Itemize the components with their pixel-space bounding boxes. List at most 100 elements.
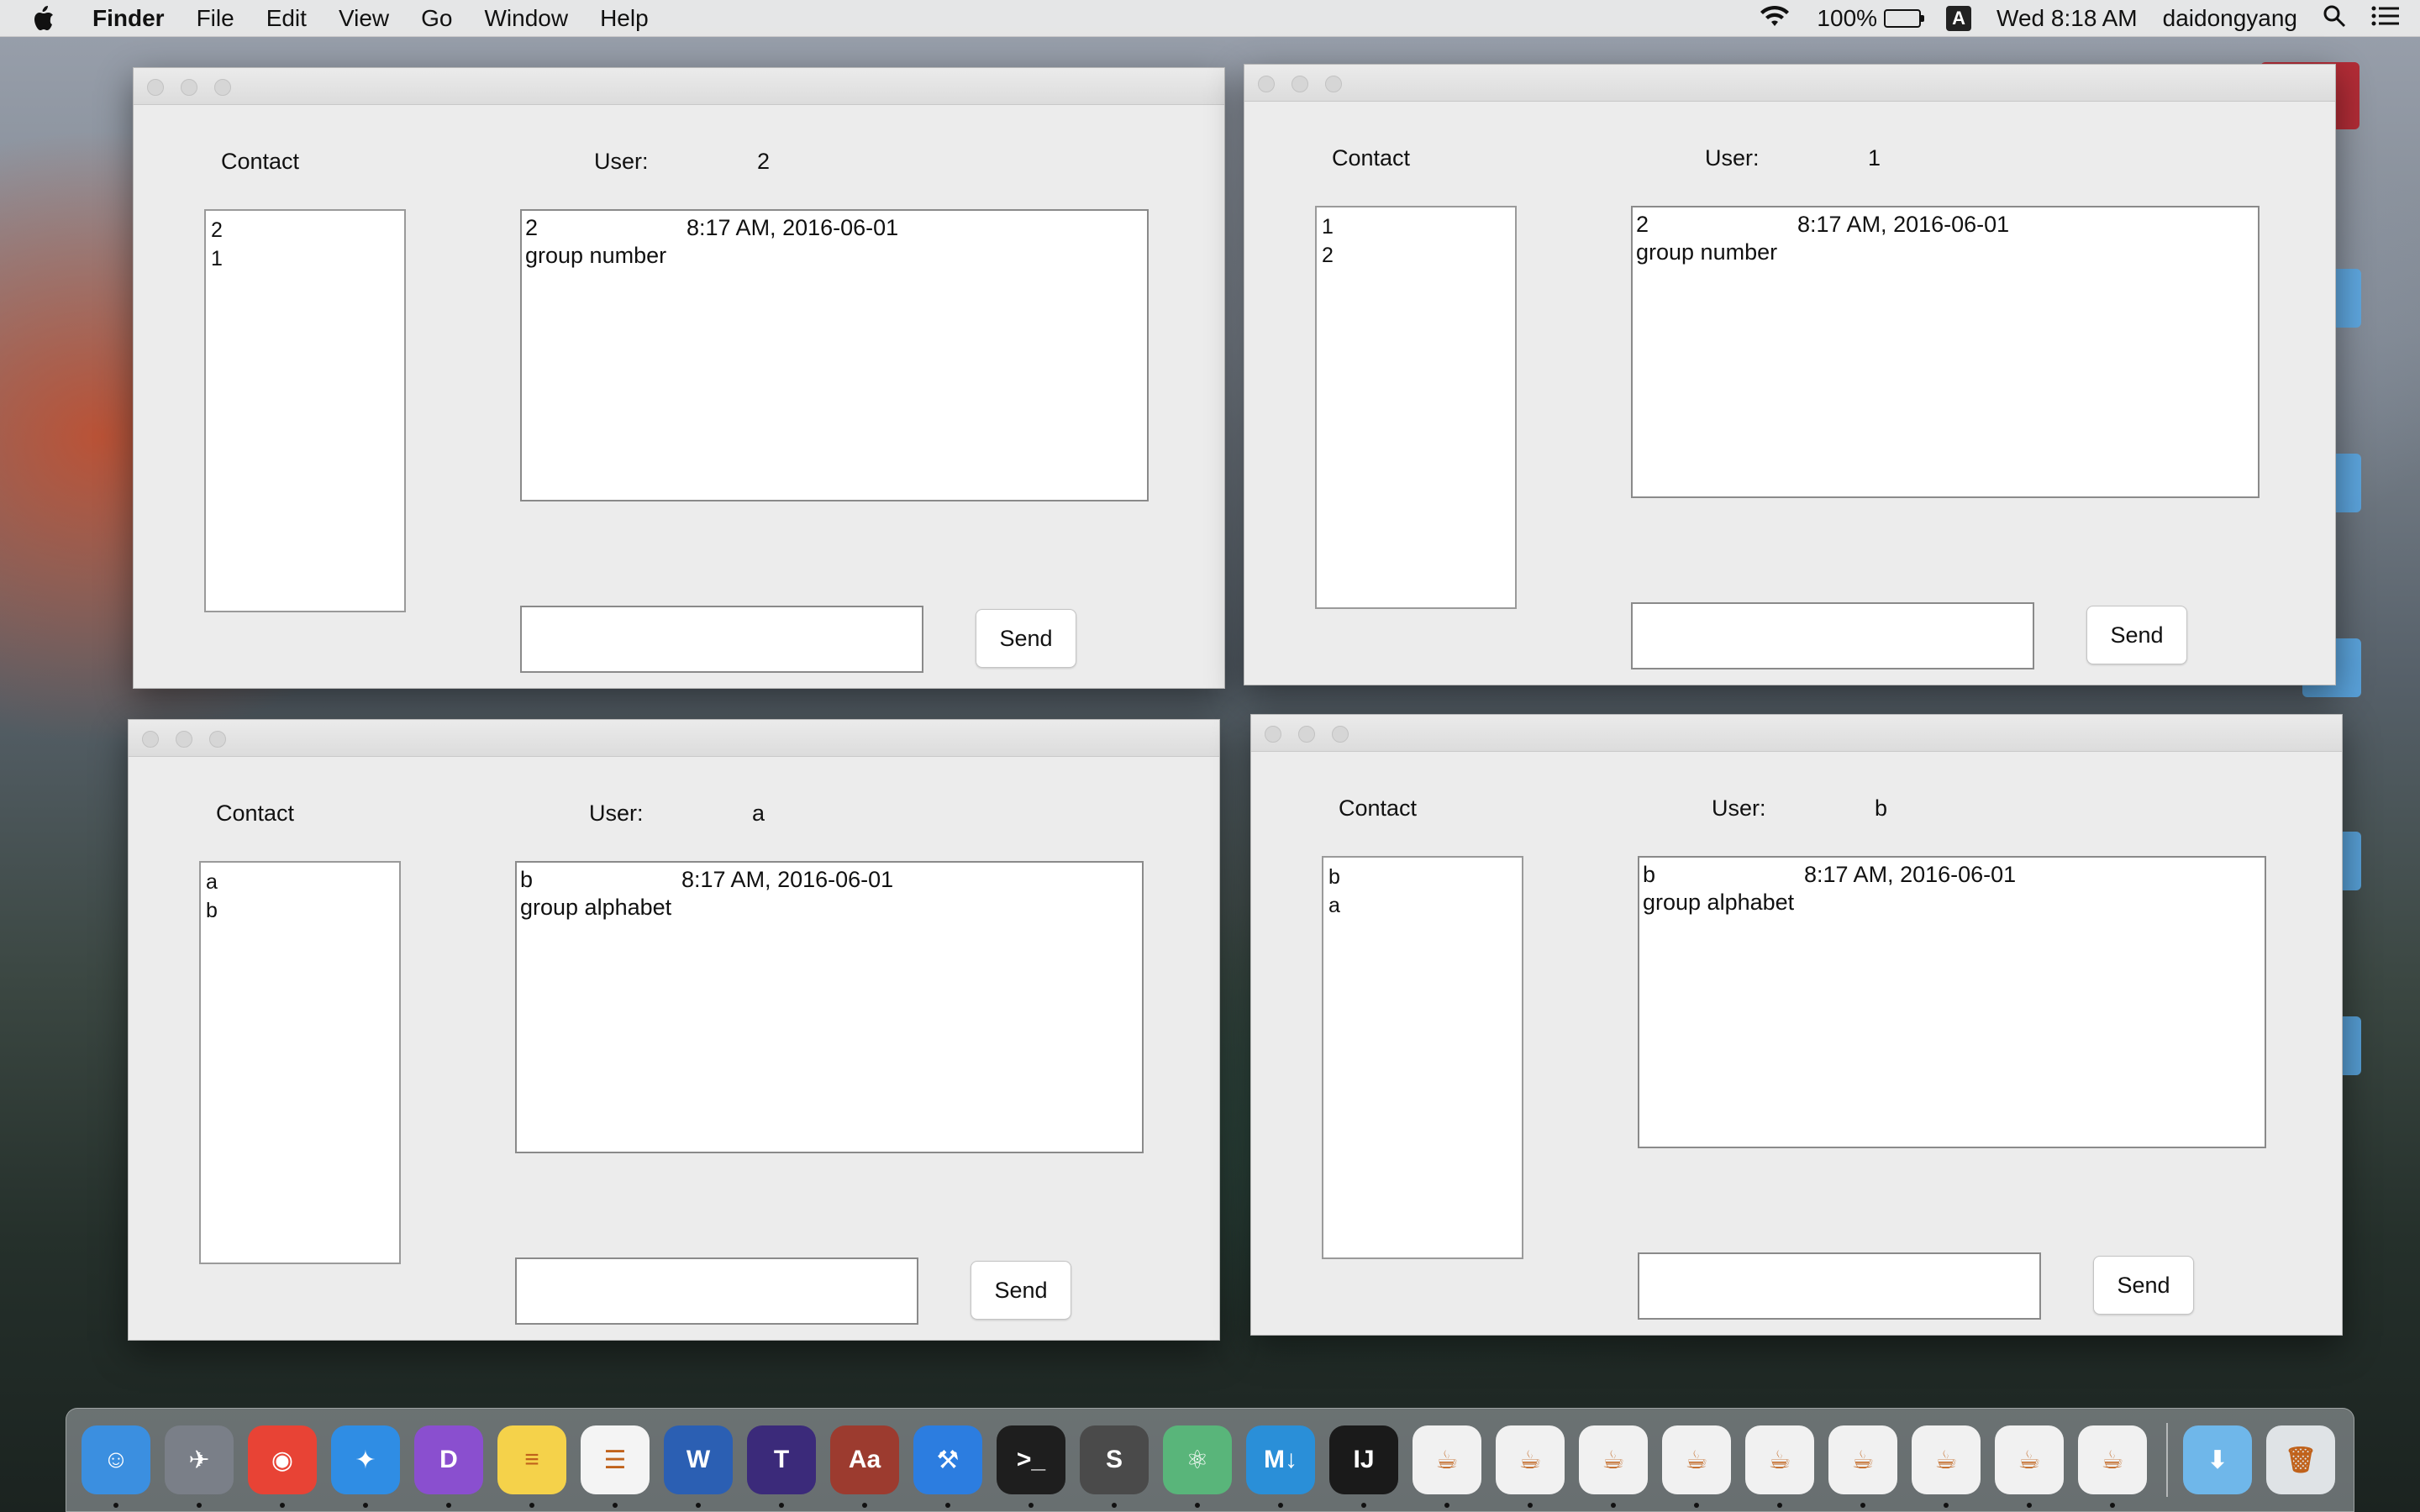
terminal-icon[interactable]: >_ xyxy=(997,1425,1065,1508)
contact-heading: Contact xyxy=(1332,145,1411,171)
message-body: group number xyxy=(525,243,667,268)
launchpad-icon[interactable]: ✈ xyxy=(165,1425,234,1508)
menu-window[interactable]: Window xyxy=(484,5,568,32)
markdown-icon[interactable]: M↓ xyxy=(1246,1425,1315,1508)
menu-bar: Finder File Edit View Go Window Help 100… xyxy=(0,0,2420,37)
message-history[interactable]: b 8:17 AM, 2016-06-01 group alphabet xyxy=(1638,856,2266,1148)
contact-list[interactable]: b a xyxy=(1322,856,1523,1259)
window-titlebar[interactable] xyxy=(129,720,1219,757)
downloads-folder-icon[interactable]: ⬇ xyxy=(2183,1425,2252,1494)
dock-separator xyxy=(2166,1423,2168,1497)
message-input[interactable] xyxy=(515,1257,918,1325)
message-sender: b xyxy=(520,867,534,892)
safari-icon[interactable]: ✦ xyxy=(331,1425,400,1508)
wifi-icon[interactable] xyxy=(1758,4,1791,34)
menu-file[interactable]: File xyxy=(197,5,234,32)
minimize-button[interactable] xyxy=(1292,76,1308,92)
minimize-button[interactable] xyxy=(181,79,197,96)
chrome-icon[interactable]: ◉ xyxy=(248,1425,317,1508)
menu-go[interactable]: Go xyxy=(421,5,452,32)
minimize-button[interactable] xyxy=(1298,726,1315,743)
user-name[interactable]: daidongyang xyxy=(2163,5,2297,32)
minimize-button[interactable] xyxy=(176,731,192,748)
zoom-button[interactable] xyxy=(1325,76,1342,92)
battery-indicator[interactable]: 100% xyxy=(1817,5,1925,32)
send-button[interactable]: Send xyxy=(971,1261,1071,1320)
apple-menu-icon[interactable] xyxy=(34,4,59,33)
user-value: b xyxy=(1875,795,1888,821)
window-titlebar[interactable] xyxy=(134,68,1224,105)
close-button[interactable] xyxy=(142,731,159,748)
atom-icon[interactable]: ⚛ xyxy=(1163,1425,1232,1508)
message-history[interactable]: b 8:17 AM, 2016-06-01 group alphabet xyxy=(515,861,1144,1153)
message-input[interactable] xyxy=(1631,602,2034,669)
reminders-icon[interactable]: ☰ xyxy=(581,1425,650,1508)
menu-view[interactable]: View xyxy=(339,5,389,32)
window-titlebar[interactable] xyxy=(1251,715,2342,752)
send-button[interactable]: Send xyxy=(2086,606,2187,664)
contact-heading: Contact xyxy=(216,801,295,826)
menu-help[interactable]: Help xyxy=(600,5,649,32)
send-button[interactable]: Send xyxy=(976,609,1076,668)
user-value: a xyxy=(752,801,765,826)
contact-item[interactable]: 2 xyxy=(211,216,399,244)
contact-item[interactable]: a xyxy=(1328,891,1517,920)
contact-item[interactable]: b xyxy=(1328,863,1517,891)
message-sender: 2 xyxy=(1636,212,1649,237)
message-input[interactable] xyxy=(520,606,923,673)
chat-window-user-a: Contact User: a a b b 8:17 AM, 2016-06-0… xyxy=(128,719,1220,1341)
close-button[interactable] xyxy=(1265,726,1281,743)
finder-icon[interactable]: ☺ xyxy=(82,1425,150,1508)
contact-list[interactable]: a b xyxy=(199,861,401,1264)
intellij-icon[interactable]: IJ xyxy=(1329,1425,1398,1508)
texshop-icon[interactable]: T xyxy=(747,1425,816,1508)
message-history[interactable]: 2 8:17 AM, 2016-06-01 group number xyxy=(520,209,1149,501)
zoom-button[interactable] xyxy=(214,79,231,96)
zoom-button[interactable] xyxy=(209,731,226,748)
input-source-icon[interactable]: A xyxy=(1946,6,1972,31)
java-icon[interactable]: ☕ xyxy=(1912,1425,1981,1508)
message-time: 8:17 AM, 2016-06-01 xyxy=(681,867,894,892)
contact-item[interactable]: 1 xyxy=(211,244,399,273)
java-icon[interactable]: ☕ xyxy=(1496,1425,1565,1508)
contact-item[interactable]: b xyxy=(206,896,394,925)
menu-edit[interactable]: Edit xyxy=(266,5,307,32)
close-button[interactable] xyxy=(147,79,164,96)
message-header: b 8:17 AM, 2016-06-01 xyxy=(520,866,1139,894)
zoom-button[interactable] xyxy=(1332,726,1349,743)
sublime-text-icon[interactable]: S xyxy=(1080,1425,1149,1508)
contact-item[interactable]: 1 xyxy=(1322,213,1510,241)
word-icon[interactable]: W xyxy=(664,1425,733,1508)
java-icon[interactable]: ☕ xyxy=(1579,1425,1648,1508)
message-body: group alphabet xyxy=(1643,890,1795,915)
java-icon[interactable]: ☕ xyxy=(1662,1425,1731,1508)
dash-icon[interactable]: D xyxy=(414,1425,483,1508)
chat-window-user-2: Contact User: 2 2 1 2 8:17 AM, 2016-06-0… xyxy=(133,67,1225,689)
contact-list[interactable]: 2 1 xyxy=(204,209,406,612)
notification-center-icon[interactable] xyxy=(2371,5,2400,33)
java-icon[interactable]: ☕ xyxy=(1413,1425,1481,1508)
java-icon[interactable]: ☕ xyxy=(1995,1425,2064,1508)
app-menu-finder[interactable]: Finder xyxy=(92,5,165,32)
contact-item[interactable]: 2 xyxy=(1322,241,1510,270)
contact-heading: Contact xyxy=(221,149,300,174)
contact-item[interactable]: a xyxy=(206,868,394,896)
message-header: b 8:17 AM, 2016-06-01 xyxy=(1643,861,2261,889)
java-icon[interactable]: ☕ xyxy=(2078,1425,2147,1508)
notes-icon[interactable]: ≡ xyxy=(497,1425,566,1508)
message-input[interactable] xyxy=(1638,1252,2041,1320)
message-history[interactable]: 2 8:17 AM, 2016-06-01 group number xyxy=(1631,206,2260,498)
window-titlebar[interactable] xyxy=(1244,65,2335,102)
clock[interactable]: Wed 8:18 AM xyxy=(1996,5,2138,32)
dock: ☺ ✈ ◉ ✦ D ≡ ☰ W T Aa ⚒ >_ S ⚛ M↓ IJ ☕ ☕ ☕ ☕ ☕ ☕ ☕ ☕ ☕ ⬇ 🗑 xyxy=(66,1408,2354,1512)
java-icon[interactable]: ☕ xyxy=(1828,1425,1897,1508)
java-icon[interactable]: ☕ xyxy=(1745,1425,1814,1508)
trash-icon[interactable]: 🗑 xyxy=(2266,1425,2335,1494)
close-button[interactable] xyxy=(1258,76,1275,92)
dictionary-icon[interactable]: Aa xyxy=(830,1425,899,1508)
send-button[interactable]: Send xyxy=(2093,1256,2194,1315)
contact-list[interactable]: 1 2 xyxy=(1315,206,1517,609)
xcode-icon[interactable]: ⚒ xyxy=(913,1425,982,1508)
spotlight-search-icon[interactable] xyxy=(2323,4,2346,34)
message-header: 2 8:17 AM, 2016-06-01 xyxy=(1636,211,2254,239)
